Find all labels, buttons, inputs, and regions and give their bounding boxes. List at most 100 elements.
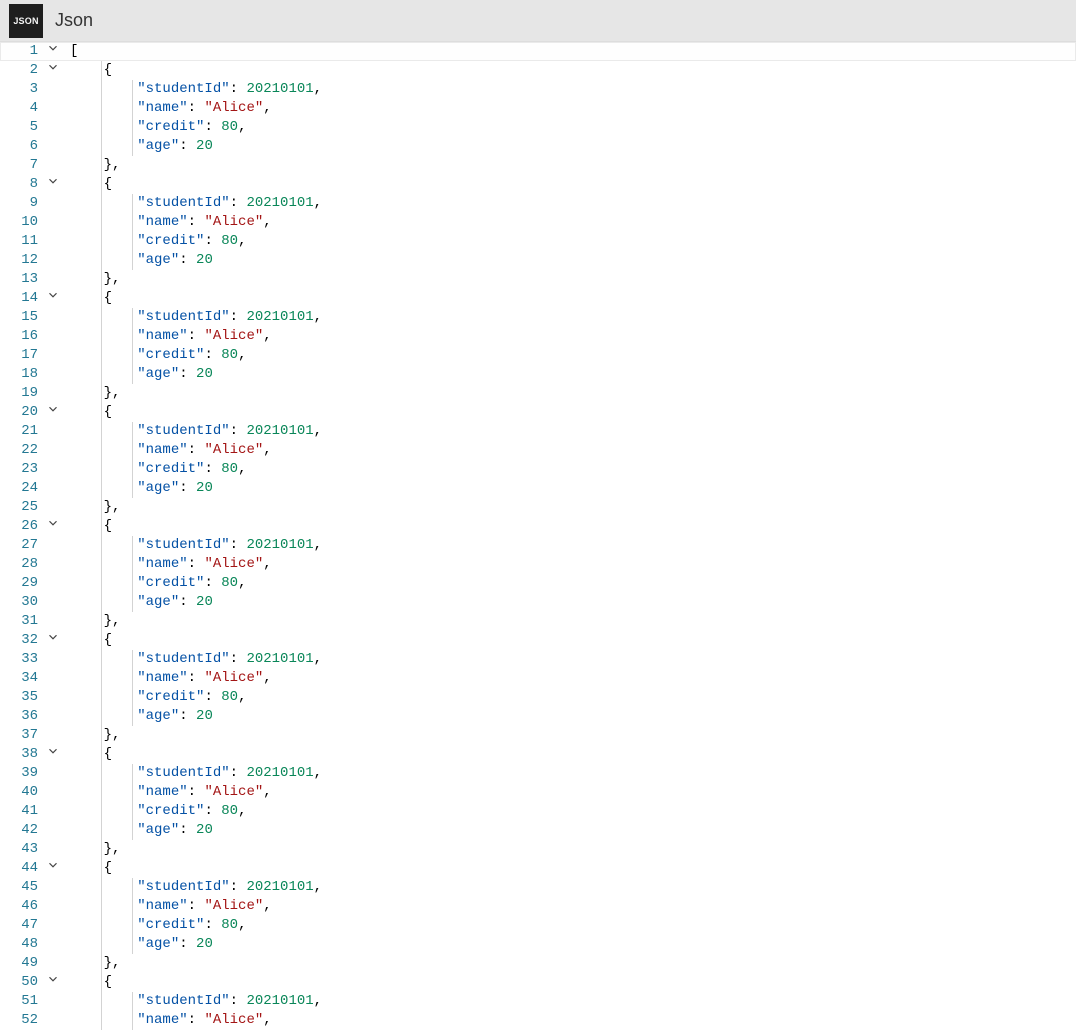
code-content[interactable]: "name": "Alice", [64, 441, 272, 460]
line-number[interactable]: 35 [0, 688, 42, 707]
line-number[interactable]: 32 [0, 631, 42, 650]
code-content[interactable]: { [64, 631, 112, 650]
code-line[interactable]: 51 "studentId": 20210101, [0, 992, 1076, 1011]
code-line[interactable]: 32 { [0, 631, 1076, 650]
line-number[interactable]: 40 [0, 783, 42, 802]
code-line[interactable]: 9 "studentId": 20210101, [0, 194, 1076, 213]
code-content[interactable]: "age": 20 [64, 935, 213, 954]
fold-toggle[interactable] [42, 631, 64, 650]
line-number[interactable]: 25 [0, 498, 42, 517]
line-number[interactable]: 47 [0, 916, 42, 935]
fold-toggle[interactable] [42, 517, 64, 536]
code-content[interactable]: "age": 20 [64, 365, 213, 384]
line-number[interactable]: 46 [0, 897, 42, 916]
line-number[interactable]: 6 [0, 137, 42, 156]
code-content[interactable]: "studentId": 20210101, [64, 878, 322, 897]
code-content[interactable]: "studentId": 20210101, [64, 422, 322, 441]
line-number[interactable]: 33 [0, 650, 42, 669]
line-number[interactable]: 14 [0, 289, 42, 308]
line-number[interactable]: 43 [0, 840, 42, 859]
code-line[interactable]: 7 }, [0, 156, 1076, 175]
code-line[interactable]: 11 "credit": 80, [0, 232, 1076, 251]
line-number[interactable]: 29 [0, 574, 42, 593]
code-line[interactable]: 15 "studentId": 20210101, [0, 308, 1076, 327]
code-line[interactable]: 29 "credit": 80, [0, 574, 1076, 593]
line-number[interactable]: 7 [0, 156, 42, 175]
line-number[interactable]: 15 [0, 308, 42, 327]
fold-toggle[interactable] [42, 403, 64, 422]
code-content[interactable]: { [64, 517, 112, 536]
code-line[interactable]: 47 "credit": 80, [0, 916, 1076, 935]
code-line[interactable]: 14 { [0, 289, 1076, 308]
code-line[interactable]: 26 { [0, 517, 1076, 536]
code-content[interactable]: "studentId": 20210101, [64, 80, 322, 99]
fold-toggle[interactable] [42, 745, 64, 764]
line-number[interactable]: 41 [0, 802, 42, 821]
line-number[interactable]: 42 [0, 821, 42, 840]
code-line[interactable]: 27 "studentId": 20210101, [0, 536, 1076, 555]
code-line[interactable]: 28 "name": "Alice", [0, 555, 1076, 574]
code-content[interactable]: "credit": 80, [64, 460, 246, 479]
line-number[interactable]: 16 [0, 327, 42, 346]
line-number[interactable]: 38 [0, 745, 42, 764]
line-number[interactable]: 50 [0, 973, 42, 992]
line-number[interactable]: 19 [0, 384, 42, 403]
code-line[interactable]: 24 "age": 20 [0, 479, 1076, 498]
code-content[interactable]: { [64, 61, 112, 80]
line-number[interactable]: 37 [0, 726, 42, 745]
code-content[interactable]: { [64, 289, 112, 308]
code-line[interactable]: 42 "age": 20 [0, 821, 1076, 840]
fold-toggle[interactable] [42, 175, 64, 194]
code-content[interactable]: }, [64, 612, 120, 631]
code-line[interactable]: 3 "studentId": 20210101, [0, 80, 1076, 99]
code-line[interactable]: 1[ [0, 42, 1076, 61]
code-line[interactable]: 10 "name": "Alice", [0, 213, 1076, 232]
code-content[interactable]: "studentId": 20210101, [64, 536, 322, 555]
code-content[interactable]: "name": "Alice", [64, 669, 272, 688]
code-line[interactable]: 31 }, [0, 612, 1076, 631]
code-content[interactable]: "studentId": 20210101, [64, 308, 322, 327]
code-content[interactable]: "credit": 80, [64, 574, 246, 593]
fold-toggle[interactable] [42, 42, 64, 61]
line-number[interactable]: 18 [0, 365, 42, 384]
code-content[interactable]: "name": "Alice", [64, 555, 272, 574]
line-number[interactable]: 11 [0, 232, 42, 251]
line-number[interactable]: 28 [0, 555, 42, 574]
code-line[interactable]: 44 { [0, 859, 1076, 878]
code-content[interactable]: "studentId": 20210101, [64, 194, 322, 213]
code-line[interactable]: 5 "credit": 80, [0, 118, 1076, 137]
code-line[interactable]: 25 }, [0, 498, 1076, 517]
line-number[interactable]: 31 [0, 612, 42, 631]
code-content[interactable]: }, [64, 156, 120, 175]
code-content[interactable]: "name": "Alice", [64, 327, 272, 346]
code-line[interactable]: 33 "studentId": 20210101, [0, 650, 1076, 669]
code-content[interactable]: "age": 20 [64, 821, 213, 840]
code-line[interactable]: 35 "credit": 80, [0, 688, 1076, 707]
line-number[interactable]: 20 [0, 403, 42, 422]
code-content[interactable]: "credit": 80, [64, 118, 246, 137]
code-line[interactable]: 50 { [0, 973, 1076, 992]
code-content[interactable]: "studentId": 20210101, [64, 650, 322, 669]
line-number[interactable]: 26 [0, 517, 42, 536]
code-content[interactable]: "age": 20 [64, 251, 213, 270]
line-number[interactable]: 34 [0, 669, 42, 688]
line-number[interactable]: 27 [0, 536, 42, 555]
code-line[interactable]: 49 }, [0, 954, 1076, 973]
code-line[interactable]: 17 "credit": 80, [0, 346, 1076, 365]
code-line[interactable]: 23 "credit": 80, [0, 460, 1076, 479]
code-line[interactable]: 39 "studentId": 20210101, [0, 764, 1076, 783]
code-content[interactable]: "name": "Alice", [64, 783, 272, 802]
code-content[interactable]: "age": 20 [64, 479, 213, 498]
line-number[interactable]: 1 [0, 42, 42, 61]
line-number[interactable]: 12 [0, 251, 42, 270]
line-number[interactable]: 5 [0, 118, 42, 137]
code-content[interactable]: "credit": 80, [64, 232, 246, 251]
line-number[interactable]: 13 [0, 270, 42, 289]
code-content[interactable]: "name": "Alice", [64, 99, 272, 118]
code-line[interactable]: 30 "age": 20 [0, 593, 1076, 612]
code-line[interactable]: 20 { [0, 403, 1076, 422]
code-line[interactable]: 6 "age": 20 [0, 137, 1076, 156]
line-number[interactable]: 9 [0, 194, 42, 213]
code-content[interactable]: }, [64, 270, 120, 289]
code-line[interactable]: 16 "name": "Alice", [0, 327, 1076, 346]
